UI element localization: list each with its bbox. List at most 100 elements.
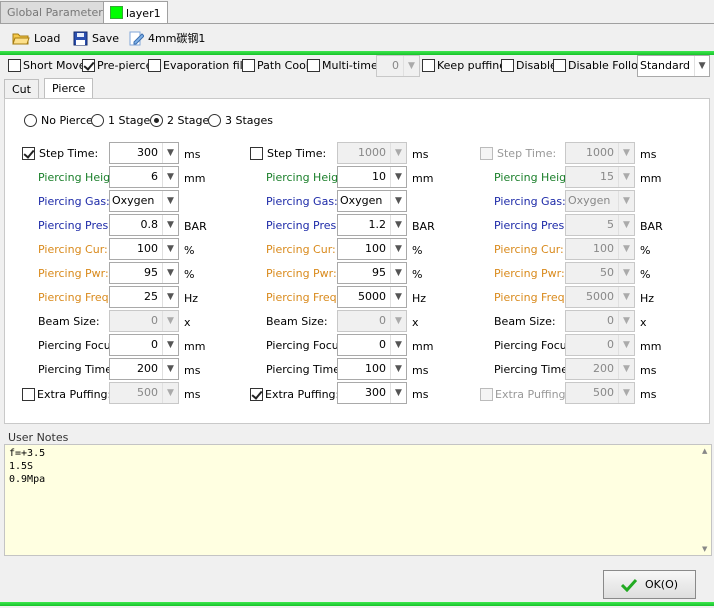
piercing-cur-spinner-3[interactable]: 100 ▼ <box>565 238 635 260</box>
piercing-gas-select-1[interactable]: Oxygen ▼ <box>109 190 179 212</box>
save-button[interactable]: Save <box>73 28 119 48</box>
extra-puffing-spinner-1[interactable]: 500 ▼ <box>109 382 179 404</box>
piercing-time-spinner-1[interactable]: 200 ▼ <box>109 358 179 380</box>
path-cool-checkbox[interactable] <box>242 59 255 72</box>
path-cool-label: Path Cool <box>257 59 309 72</box>
mode-select[interactable]: Standard ▼ <box>637 55 710 77</box>
tab-label: layer1 <box>126 7 161 20</box>
piercing-gas-select-2[interactable]: Oxygen ▼ <box>337 190 407 212</box>
extra-puffing-label: Extra Puffing: <box>265 388 340 401</box>
extra-puffing-checkbox-2[interactable] <box>250 388 263 401</box>
stages-2-radio[interactable] <box>150 114 163 127</box>
tab-cut[interactable]: Cut <box>4 79 39 99</box>
piercing-pres-spinner-2[interactable]: 1.2 ▼ <box>337 214 407 236</box>
extra-puffing-spinner-2[interactable]: 300 ▼ <box>337 382 407 404</box>
piercing-time-value: 100 <box>365 362 386 375</box>
ok-button[interactable]: OK(O) <box>603 570 696 599</box>
tab-global-parameter[interactable]: Global Parameter <box>0 1 110 23</box>
piercing-pres-spinner-3[interactable]: 5 ▼ <box>565 214 635 236</box>
piercing-gas-label: Piercing Gas: <box>494 195 566 208</box>
pre-pierce-option[interactable]: Pre-pierce <box>82 59 152 72</box>
multi-times-spinner[interactable]: 0 ▼ <box>376 55 420 77</box>
piercing-cur-spinner-2[interactable]: 100 ▼ <box>337 238 407 260</box>
piercing-gas-value: Oxygen <box>340 194 383 207</box>
piercing-freq-value: 5000 <box>358 290 386 303</box>
extra-puffing-option-2[interactable]: Extra Puffing: <box>250 388 339 401</box>
disable-follow-label: Disable Follow <box>568 59 647 72</box>
unit-label: Hz <box>640 292 655 305</box>
piercing-focus-spinner-3[interactable]: 0 ▼ <box>565 334 635 356</box>
disable-follow-option[interactable]: Disable Follow <box>553 59 647 72</box>
piercing-height-spinner-2[interactable]: 10 ▼ <box>337 166 407 188</box>
short-move-option[interactable]: Short Move <box>8 59 86 72</box>
piercing-time-value: 200 <box>137 362 158 375</box>
piercing-focus-spinner-1[interactable]: 0 ▼ <box>109 334 179 356</box>
piercing-pres-spinner-1[interactable]: 0.8 ▼ <box>109 214 179 236</box>
step-time-option-3[interactable]: Step Time: <box>480 147 556 160</box>
step-time-checkbox-3[interactable] <box>480 147 493 160</box>
piercing-freq-spinner-3[interactable]: 5000 ▼ <box>565 286 635 308</box>
unit-label: % <box>640 268 651 281</box>
step-time-spinner-2[interactable]: 1000 ▼ <box>337 142 407 164</box>
piercing-pwr-spinner-2[interactable]: 95 ▼ <box>337 262 407 284</box>
piercing-freq-spinner-2[interactable]: 5000 ▼ <box>337 286 407 308</box>
user-notes-textarea[interactable] <box>4 444 712 556</box>
piercing-pwr-spinner-1[interactable]: 95 ▼ <box>109 262 179 284</box>
chevron-down-icon: ▼ <box>162 359 178 379</box>
piercing-freq-spinner-1[interactable]: 25 ▼ <box>109 286 179 308</box>
disable-checkbox[interactable] <box>501 59 514 72</box>
pre-pierce-checkbox[interactable] <box>82 59 95 72</box>
disable-follow-checkbox[interactable] <box>553 59 566 72</box>
load-button[interactable]: Load <box>12 28 60 48</box>
beam-size-spinner-3[interactable]: 0 ▼ <box>565 310 635 332</box>
beam-size-spinner-1[interactable]: 0 ▼ <box>109 310 179 332</box>
step-time-checkbox-2[interactable] <box>250 147 263 160</box>
step-time-checkbox-1[interactable] <box>22 147 35 160</box>
unit-label: % <box>184 244 195 257</box>
extra-puffing-option-1[interactable]: Extra Puffing: <box>22 388 111 401</box>
piercing-pwr-spinner-3[interactable]: 50 ▼ <box>565 262 635 284</box>
stages-3-radio[interactable] <box>208 114 221 127</box>
piercing-time-spinner-2[interactable]: 100 ▼ <box>337 358 407 380</box>
stages-1-radio[interactable] <box>91 114 104 127</box>
piercing-focus-spinner-2[interactable]: 0 ▼ <box>337 334 407 356</box>
step-time-option-2[interactable]: Step Time: <box>250 147 326 160</box>
piercing-height-spinner-1[interactable]: 6 ▼ <box>109 166 179 188</box>
keep-puffing-option[interactable]: Keep puffing <box>422 59 506 72</box>
extra-puffing-checkbox-3[interactable] <box>480 388 493 401</box>
stages-3-radio-option[interactable]: 3 Stages <box>208 114 273 127</box>
piercing-cur-spinner-1[interactable]: 100 ▼ <box>109 238 179 260</box>
no-pierce-radio-option[interactable]: No Pierce <box>24 114 93 127</box>
chevron-down-icon: ▼ <box>390 167 406 187</box>
checkmark-icon <box>620 578 637 592</box>
short-move-checkbox[interactable] <box>8 59 21 72</box>
unit-label: BAR <box>640 220 663 233</box>
process-name-button[interactable]: 4mm碳钢1 <box>128 28 205 48</box>
notes-scrollbar[interactable]: ▲ ▼ <box>701 445 711 555</box>
tab-layer1[interactable]: layer1 <box>103 1 168 24</box>
beam-size-spinner-2[interactable]: 0 ▼ <box>337 310 407 332</box>
evaporation-film-checkbox[interactable] <box>148 59 161 72</box>
step-time-spinner-1[interactable]: 300 ▼ <box>109 142 179 164</box>
piercing-gas-select-3[interactable]: Oxygen ▼ <box>565 190 635 212</box>
unit-label: mm <box>640 340 662 353</box>
extra-puffing-spinner-3[interactable]: 500 ▼ <box>565 382 635 404</box>
step-time-option-1[interactable]: Step Time: <box>22 147 98 160</box>
extra-puffing-checkbox-1[interactable] <box>22 388 35 401</box>
piercing-height-value: 6 <box>151 170 158 183</box>
multi-times-option[interactable]: Multi-times <box>307 59 383 72</box>
tab-pierce[interactable]: Pierce <box>44 78 94 99</box>
path-cool-option[interactable]: Path Cool <box>242 59 309 72</box>
piercing-cur-value: 100 <box>137 242 158 255</box>
stages-1-radio-option[interactable]: 1 Stages <box>91 114 156 127</box>
step-time-spinner-3[interactable]: 1000 ▼ <box>565 142 635 164</box>
piercing-height-spinner-3[interactable]: 15 ▼ <box>565 166 635 188</box>
keep-puffing-checkbox[interactable] <box>422 59 435 72</box>
no-pierce-radio[interactable] <box>24 114 37 127</box>
piercing-time-spinner-3[interactable]: 200 ▼ <box>565 358 635 380</box>
stages-2-radio-option[interactable]: 2 Stages <box>150 114 215 127</box>
disable-option[interactable]: Disable <box>501 59 557 72</box>
extra-puffing-option-3[interactable]: Extra Puffing <box>480 388 566 401</box>
multi-times-checkbox[interactable] <box>307 59 320 72</box>
evaporation-film-option[interactable]: Evaporation film <box>148 59 253 72</box>
